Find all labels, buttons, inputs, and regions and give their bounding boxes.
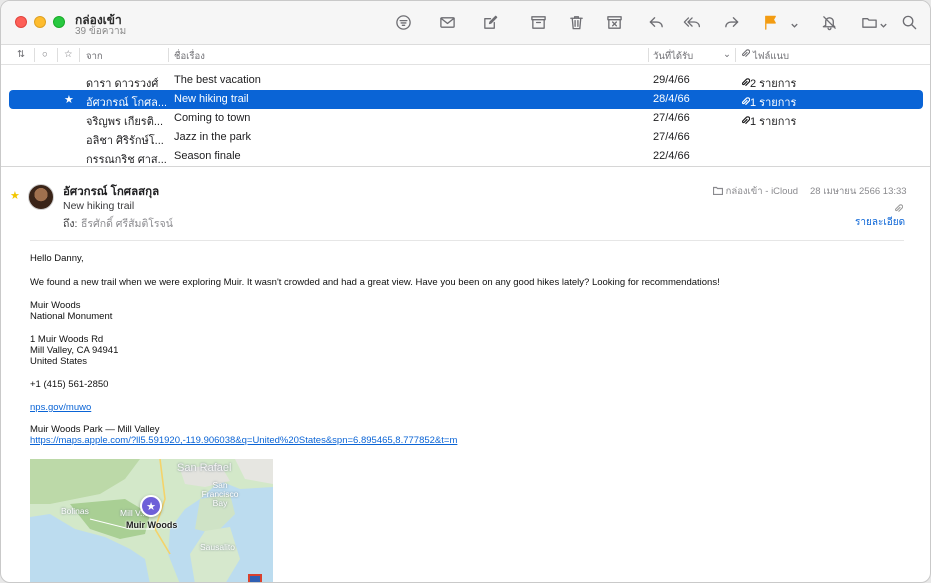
- filter-button[interactable]: [390, 11, 416, 33]
- close-window-button[interactable]: [15, 16, 27, 28]
- column-header: ⇅ ○ ☆ จาก ชื่อเรื่อง วันที่ได้รับ ⌄ ไฟล์…: [1, 45, 930, 65]
- flag-menu-chevron-down-icon[interactable]: [790, 17, 800, 28]
- reply-button[interactable]: [643, 11, 669, 33]
- body-address-line2: Mill Valley, CA 94941: [30, 345, 119, 356]
- paperclip-icon: [741, 97, 751, 109]
- to-label: ถึง:: [63, 218, 78, 230]
- map-label-muir-woods: Muir Woods: [126, 520, 178, 530]
- message-row[interactable]: จริญพร เกียรติ... Coming to town 27/4/66…: [9, 109, 923, 128]
- message-list: ดารา ดาวรวงศ์ The best vacation 29/4/66 …: [1, 65, 930, 167]
- row-date: 27/4/66: [653, 112, 690, 124]
- map-label-sausalito: Sausalito: [200, 542, 235, 552]
- reply-icon: [649, 16, 663, 27]
- body-address-line1: 1 Muir Woods Rd: [30, 334, 104, 345]
- message-count: 39 ข้อความ: [75, 26, 127, 37]
- maps-link[interactable]: https://maps.apple.com/?ll5.591920,-119.…: [30, 435, 457, 446]
- reply-all-icon: [683, 16, 700, 27]
- sender-name[interactable]: อัศวกรณ์ โกศลสกุล: [63, 183, 159, 201]
- message-row[interactable]: ดารา ดาวรวงศ์ The best vacation 29/4/66 …: [9, 71, 923, 90]
- forward-button[interactable]: [718, 11, 744, 33]
- row-date: 22/4/66: [653, 150, 690, 162]
- star-icon: ★: [64, 94, 74, 106]
- flag-button[interactable]: [757, 11, 783, 33]
- row-subject: Coming to town: [174, 112, 251, 124]
- body-place-name: Muir Woods: [30, 300, 81, 311]
- archive-button[interactable]: [525, 11, 551, 33]
- mute-button[interactable]: [816, 11, 842, 33]
- body-phone: +1 (415) 561-2850: [30, 379, 109, 390]
- row-subject: The best vacation: [174, 74, 261, 86]
- row-date: 28/4/66: [653, 93, 690, 105]
- flag-column-star-icon[interactable]: ☆: [64, 49, 73, 60]
- toolbar: กล่องเข้า 39 ข้อความ: [1, 1, 930, 45]
- map-label-bolinas: Bolinas: [61, 506, 89, 516]
- map-label-san-rafael: San Rafael: [177, 462, 232, 474]
- map-pin-star-icon[interactable]: ★: [140, 495, 162, 517]
- compose-icon: [483, 15, 497, 29]
- row-date: 29/4/66: [653, 74, 690, 86]
- paperclip-icon: [894, 200, 904, 213]
- junk-button[interactable]: [601, 11, 627, 33]
- move-menu-chevron-down-icon[interactable]: [879, 17, 889, 28]
- row-date: 27/4/66: [653, 131, 690, 143]
- unread-column-icon[interactable]: ○: [42, 49, 48, 60]
- message-subject: New hiking trail: [63, 200, 135, 212]
- minimize-window-button[interactable]: [34, 16, 46, 28]
- body-place-type: National Monument: [30, 311, 113, 322]
- website-link[interactable]: nps.gov/muwo: [30, 402, 91, 413]
- message-row[interactable]: กรรณกริช ศาส... Season finale 22/4/66: [9, 147, 923, 166]
- trash-icon: [569, 15, 583, 29]
- details-link[interactable]: รายละเอียด: [855, 215, 905, 230]
- message-row-selected[interactable]: ★ อัศวกรณ์ โกศล... New hiking trail 28/4…: [9, 90, 923, 109]
- compose-button[interactable]: [477, 11, 503, 33]
- body-paragraph: We found a new trail when we were explor…: [30, 277, 720, 288]
- row-from: กรรณกริช ศาส...: [86, 154, 166, 166]
- column-subject[interactable]: ชื่อเรื่อง: [174, 49, 205, 64]
- column-attachments-clip-icon: [741, 49, 751, 61]
- column-received[interactable]: วันที่ได้รับ: [653, 49, 693, 64]
- search-icon: [902, 15, 916, 29]
- message-date: 28 เมษายน 2566 13:33: [810, 186, 907, 197]
- column-from[interactable]: จาก: [86, 49, 103, 64]
- archive-icon: [530, 15, 546, 29]
- mail-window: กล่องเข้า 39 ข้อความ ⇅ ○ ☆ จาก ชื่อเรื่อ…: [0, 0, 931, 583]
- flagged-star-icon: ★: [10, 190, 20, 202]
- body-address-line3: United States: [30, 356, 88, 367]
- message-row[interactable]: อลิชา ศิริรักษ์โ... Jazz in the park 27/…: [9, 128, 923, 147]
- recipient-name[interactable]: ธีรศักดิ์ ศรีสัมติโรจน์: [81, 215, 173, 232]
- sort-chevron-down-icon[interactable]: ⌄: [723, 49, 731, 60]
- delete-button[interactable]: [563, 11, 589, 33]
- search-button[interactable]: [896, 11, 922, 33]
- map-label-sf-bay: San Francisco Bay: [201, 480, 239, 508]
- envelope-icon: [439, 16, 455, 28]
- forward-icon: [724, 16, 738, 27]
- flag-icon: [764, 15, 776, 30]
- body-greeting: Hello Danny,: [30, 253, 84, 264]
- mailbox-path: กล่องเข้า - iCloud: [712, 184, 798, 199]
- reply-all-button[interactable]: [680, 11, 706, 33]
- filter-icon: [395, 14, 411, 30]
- sort-icon[interactable]: ⇅: [17, 49, 25, 60]
- get-mail-button[interactable]: [434, 11, 460, 33]
- maps-title: Muir Woods Park — Mill Valley: [30, 424, 160, 435]
- paperclip-icon: [741, 78, 751, 90]
- mute-bell-icon: [822, 15, 836, 30]
- row-subject: New hiking trail: [174, 93, 249, 105]
- paperclip-icon: [741, 116, 751, 128]
- row-subject: Jazz in the park: [174, 131, 252, 143]
- header-divider: [30, 240, 904, 241]
- map-preview[interactable]: San Rafael San Francisco Bay Bolinas Mil…: [30, 459, 273, 582]
- zoom-window-button[interactable]: [53, 16, 65, 28]
- row-subject: Season finale: [174, 150, 241, 162]
- folder-icon: [712, 186, 724, 196]
- avatar: [28, 184, 54, 210]
- move-folder-icon: [861, 17, 877, 28]
- junk-icon: [606, 15, 622, 29]
- column-attachments[interactable]: ไฟล์แนบ: [753, 49, 789, 64]
